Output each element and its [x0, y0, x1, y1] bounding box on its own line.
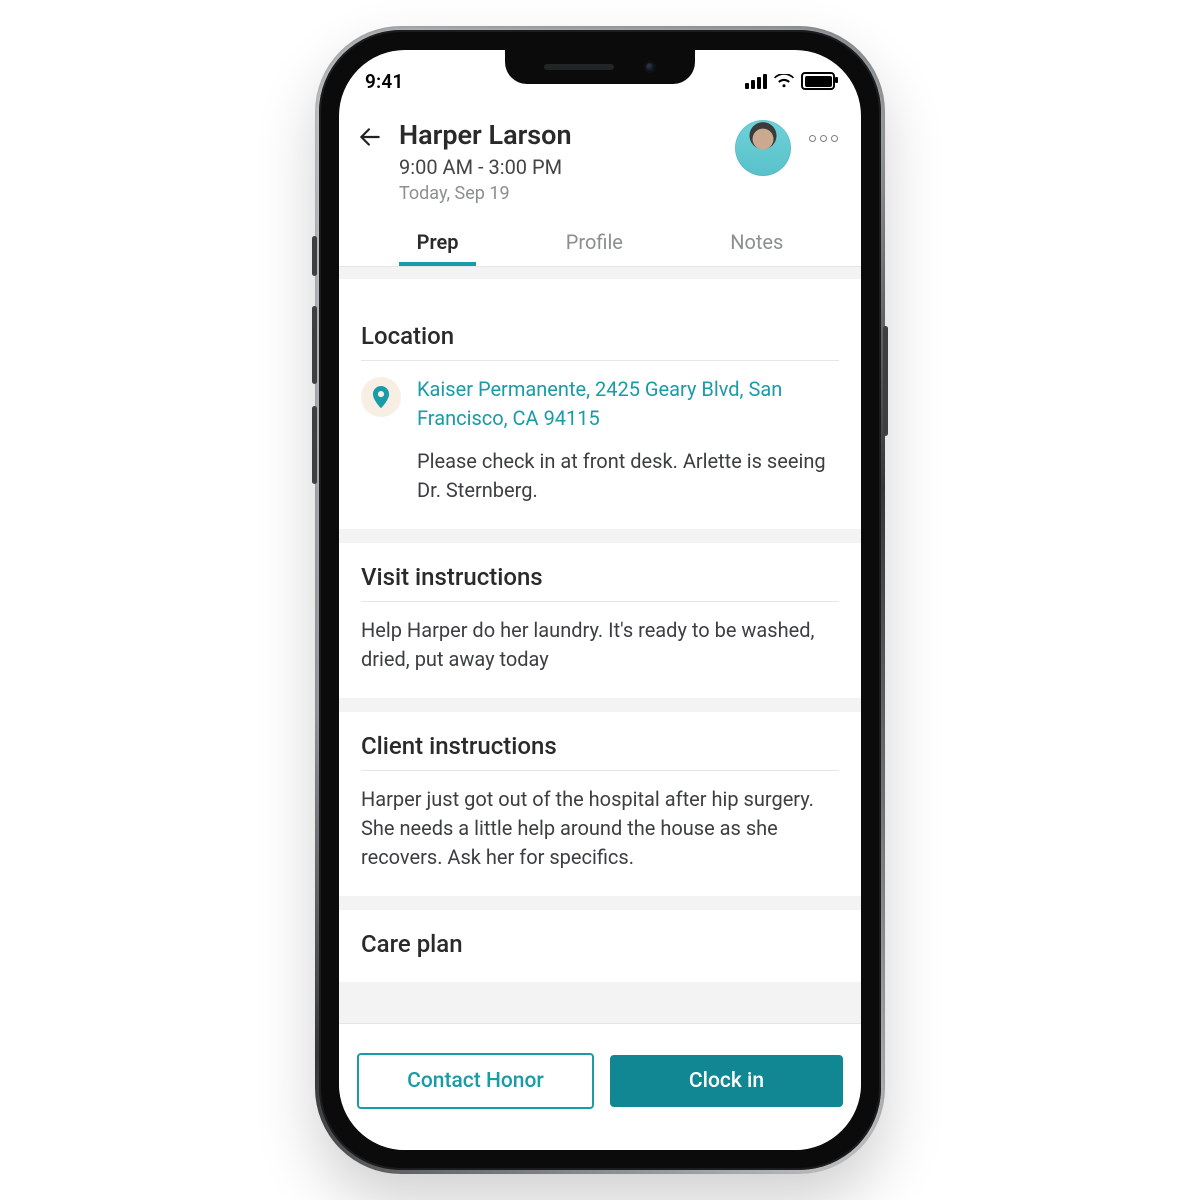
wifi-icon	[774, 74, 794, 88]
content-scroll[interactable]: Location Kaiser Permanente, 2425 Geary B…	[339, 302, 861, 1064]
side-button	[312, 236, 317, 276]
tab-notes[interactable]: Notes	[722, 224, 791, 266]
volume-down-button	[312, 406, 317, 484]
divider	[361, 601, 839, 602]
back-arrow-icon	[357, 124, 383, 150]
volume-up-button	[312, 306, 317, 384]
client-instructions-text: Harper just got out of the hospital afte…	[361, 785, 839, 872]
tab-label: Notes	[730, 230, 783, 254]
tab-prep[interactable]: Prep	[409, 224, 467, 266]
location-address-link[interactable]: Kaiser Permanente, 2425 Geary Blvd, San …	[417, 375, 839, 433]
section-title: Client instructions	[361, 732, 839, 760]
map-pin-icon	[361, 377, 401, 417]
section-title: Visit instructions	[361, 563, 839, 591]
client-instructions-section: Client instructions Harper just got out …	[339, 712, 861, 896]
bottom-actions: Contact Honor Clock in	[339, 1023, 861, 1150]
button-label: Contact Honor	[407, 1069, 544, 1093]
tab-profile[interactable]: Profile	[558, 224, 631, 266]
visit-time-range: 9:00 AM - 3:00 PM	[399, 155, 725, 179]
battery-icon	[801, 72, 835, 90]
location-note: Please check in at front desk. Arlette i…	[417, 447, 839, 505]
client-name: Harper Larson	[399, 120, 725, 151]
client-avatar[interactable]	[735, 120, 791, 176]
tab-divider	[339, 266, 861, 279]
location-section: Location Kaiser Permanente, 2425 Geary B…	[339, 302, 861, 529]
notch	[505, 50, 695, 84]
header: Harper Larson 9:00 AM - 3:00 PM Today, S…	[339, 104, 861, 212]
back-button[interactable]	[351, 118, 389, 156]
visit-instructions-section: Visit instructions Help Harper do her la…	[339, 543, 861, 698]
phone-frame: 9:41	[315, 26, 885, 1174]
section-title: Location	[361, 322, 839, 350]
divider	[361, 360, 839, 361]
button-label: Clock in	[689, 1069, 764, 1093]
more-button[interactable]	[805, 120, 841, 156]
front-camera	[644, 61, 656, 73]
cell-signal-icon	[745, 74, 767, 89]
divider	[361, 770, 839, 771]
speaker-grille	[544, 64, 614, 70]
power-button	[883, 326, 888, 436]
tabs: Prep Profile Notes	[339, 212, 861, 266]
tab-label: Prep	[417, 230, 459, 254]
screen: 9:41	[339, 50, 861, 1150]
care-plan-section: Care plan	[339, 910, 861, 982]
contact-honor-button[interactable]: Contact Honor	[357, 1053, 594, 1109]
visit-date: Today, Sep 19	[399, 183, 725, 204]
visit-instructions-text: Help Harper do her laundry. It's ready t…	[361, 616, 839, 674]
clock-in-button[interactable]: Clock in	[610, 1055, 843, 1107]
tab-label: Profile	[566, 230, 623, 254]
more-icon	[809, 135, 838, 142]
status-time: 9:41	[365, 70, 404, 93]
section-title: Care plan	[361, 930, 839, 958]
